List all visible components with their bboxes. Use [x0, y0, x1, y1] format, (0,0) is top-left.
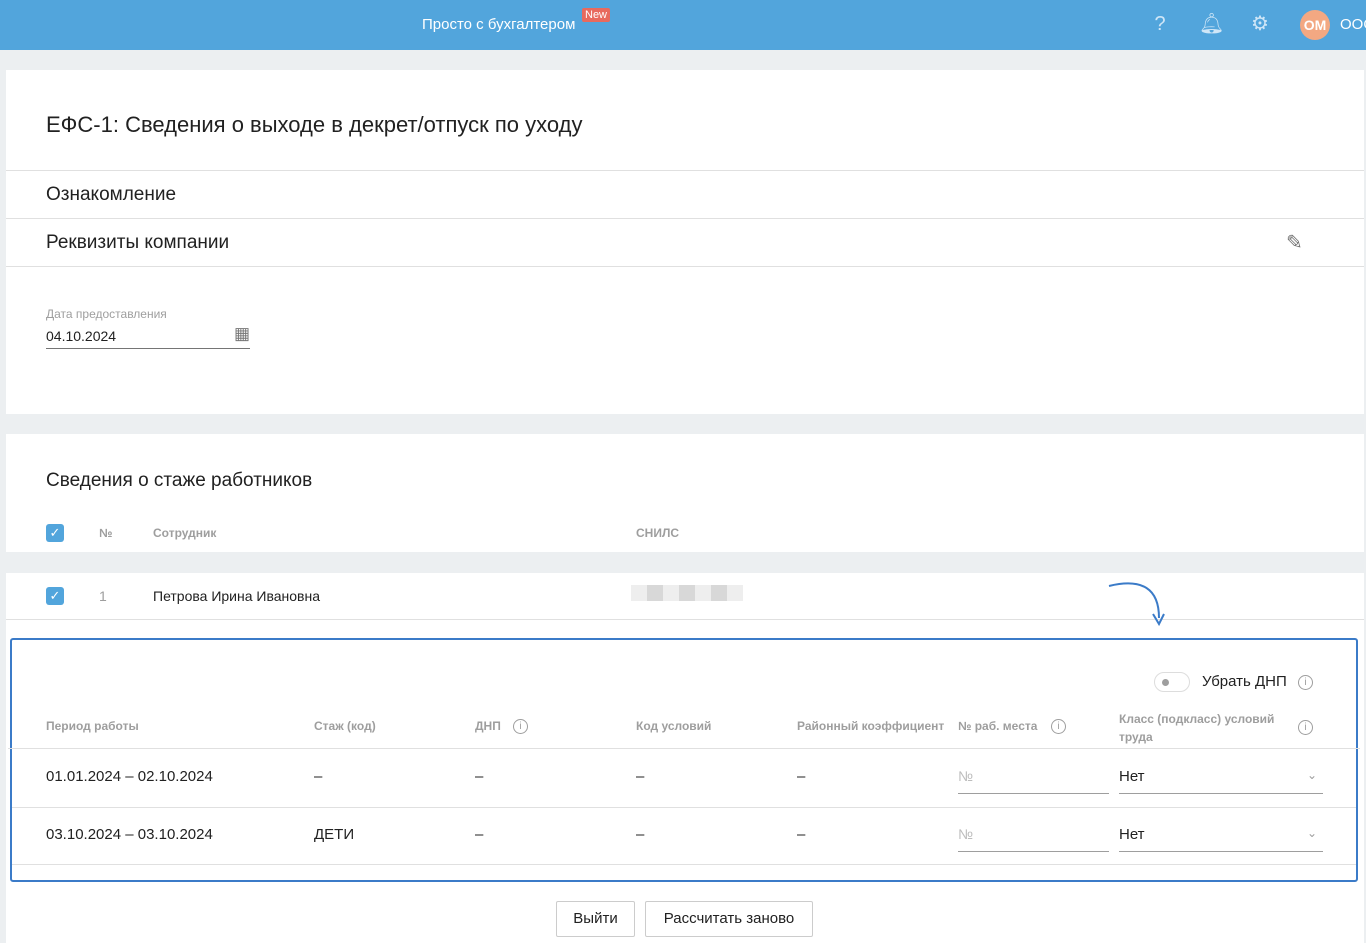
row1-place-input[interactable]: №: [958, 768, 1109, 794]
toggle-label: Убрать ДНП: [1202, 673, 1287, 690]
row1-code: –: [636, 768, 645, 785]
staff-title: Сведения о стаже работников: [46, 470, 313, 491]
section-company[interactable]: Реквизиты компании: [46, 232, 229, 254]
row2-place-input[interactable]: №: [958, 826, 1109, 852]
avatar[interactable]: ОМ: [1300, 10, 1330, 40]
info-icon[interactable]: i: [1051, 719, 1066, 734]
select-all-checkbox[interactable]: ✓: [46, 524, 64, 542]
arrow-annotation-icon: [1108, 582, 1165, 627]
exit-button[interactable]: Выйти: [556, 901, 635, 937]
row1-period: 01.01.2024 – 02.10.2024: [46, 768, 213, 785]
info-icon[interactable]: i: [1298, 720, 1313, 735]
brand-link[interactable]: Просто с бухгалтером: [422, 16, 575, 33]
row2-stazh: ДЕТИ: [314, 826, 355, 843]
date-input[interactable]: 04.10.2024 ▦: [46, 324, 250, 349]
chevron-down-icon: ⌄: [1306, 768, 1317, 782]
row2-coef: –: [797, 826, 806, 843]
row-no: 1: [99, 588, 107, 604]
details-frame: Убрать ДНП i Период работы Стаж (код) ДН…: [8, 638, 1360, 882]
employee-name[interactable]: Петрова Ирина Ивановна: [153, 588, 320, 604]
gear-icon[interactable]: ⚙: [1249, 13, 1271, 35]
top-bar: Просто с бухгалтером New ? 🔔︎ ⚙ ОМ ООО: [0, 0, 1366, 50]
bell-icon[interactable]: 🔔︎: [1199, 13, 1224, 35]
col-period: Период работы: [46, 719, 139, 733]
row2-dnp: –: [475, 826, 484, 843]
section-intro[interactable]: Ознакомление: [46, 184, 176, 206]
class-value: Нет: [1119, 768, 1145, 785]
snils-blurred: [631, 585, 743, 601]
row2-class-select[interactable]: Нет ⌄: [1119, 826, 1323, 852]
row1-stazh: –: [314, 768, 323, 785]
info-icon[interactable]: i: [513, 719, 528, 734]
row2-period: 03.10.2024 – 03.10.2024: [46, 826, 213, 843]
col-place: № раб. места: [958, 719, 1038, 733]
date-value: 04.10.2024: [46, 328, 117, 344]
col-dnp: ДНП: [475, 719, 501, 733]
calendar-icon[interactable]: ▦: [234, 324, 250, 344]
row1-class-select[interactable]: Нет ⌄: [1119, 768, 1323, 794]
col-stazh: Стаж (код): [314, 719, 376, 733]
row2-code: –: [636, 826, 645, 843]
edit-pencil-icon[interactable]: ✎: [1286, 230, 1303, 255]
col-code: Код условий: [636, 719, 712, 733]
col-employee: Сотрудник: [153, 526, 217, 540]
form-card: ЕФС-1: Сведения о выходе в декрет/отпуск…: [6, 70, 1364, 414]
row1-dnp: –: [475, 768, 484, 785]
info-icon[interactable]: i: [1298, 675, 1313, 690]
col-coef: Районный коэффициент: [797, 719, 945, 733]
org-name[interactable]: ООО: [1340, 16, 1366, 33]
recalculate-button[interactable]: Рассчитать заново: [645, 901, 813, 937]
col-class: Класс (подкласс) условий труда: [1119, 712, 1275, 744]
page-title: ЕФС-1: Сведения о выходе в декрет/отпуск…: [46, 112, 583, 137]
class-value: Нет: [1119, 826, 1145, 843]
row1-coef: –: [797, 768, 806, 785]
col-no: №: [99, 526, 113, 540]
remove-dnp-toggle[interactable]: [1154, 672, 1190, 692]
new-badge: New: [582, 8, 611, 22]
chevron-down-icon: ⌄: [1306, 826, 1317, 840]
place-placeholder: №: [958, 768, 974, 784]
help-icon[interactable]: ?: [1149, 13, 1171, 35]
col-snils: СНИЛС: [636, 526, 680, 540]
place-placeholder: №: [958, 826, 974, 842]
row-checkbox[interactable]: ✓: [46, 587, 64, 605]
staff-card: Сведения о стаже работников ✓ № Сотрудни…: [6, 434, 1364, 552]
date-label: Дата предоставления: [46, 307, 167, 321]
